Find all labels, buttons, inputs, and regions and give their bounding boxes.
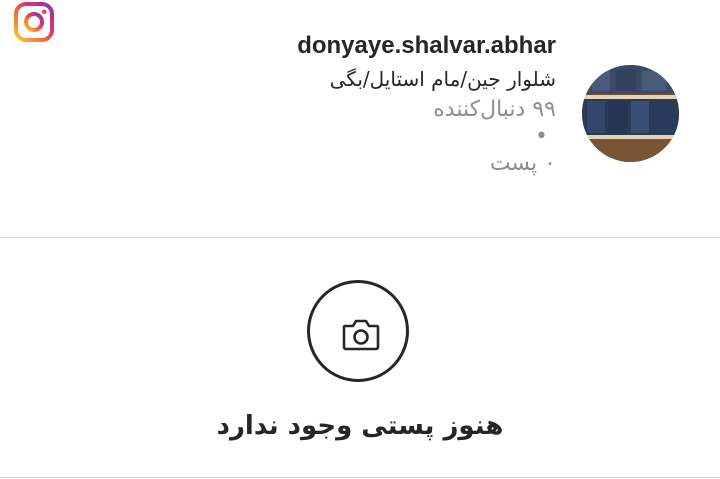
bio-text: شلوار جین/مام استایل/بگی (329, 67, 556, 91)
camera-circle (307, 280, 409, 382)
username[interactable]: donyaye.shalvar.abhar (136, 30, 556, 62)
followers-count[interactable]: ۹۹ دنبال‌کننده (136, 94, 556, 126)
profile-info: donyaye.shalvar.abhar شلوار جین/مام استا… (136, 30, 556, 180)
footer-divider (0, 477, 720, 478)
header-divider (0, 237, 720, 238)
empty-state-message: هنوز پستی وجود ندارد (216, 411, 504, 441)
profile-page: donyaye.shalvar.abhar شلوار جین/مام استا… (0, 0, 720, 479)
camera-icon (342, 319, 380, 351)
profile-header: donyaye.shalvar.abhar شلوار جین/مام استا… (0, 0, 720, 238)
separator-dot: • (535, 124, 548, 149)
posts-count: ۰ پست (489, 151, 556, 176)
avatar[interactable] (582, 65, 679, 162)
